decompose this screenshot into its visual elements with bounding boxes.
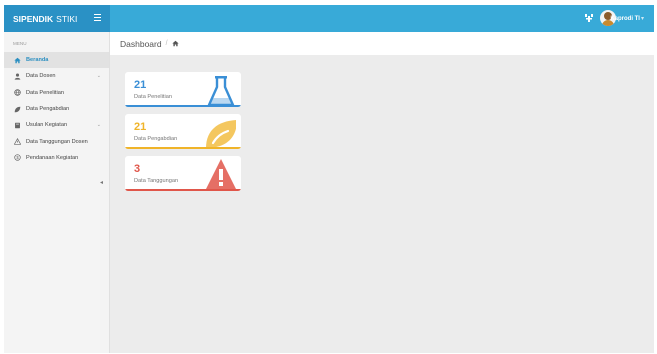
sidebar-item-label: Beranda [26,57,49,64]
user-name: Kaprodi TI [610,16,640,22]
user-icon [13,72,21,80]
sidebar-item-data-dosen[interactable]: Data Dosen ⌄ [4,68,109,84]
sidebar-item-label: Data Penelitian [26,89,64,96]
stat-value: 3 [134,163,141,175]
main-content: Dashboard / 21 Data Penelitian 21 Data P… [110,32,654,353]
stat-card-pengabdian[interactable]: 21 Data Pengabdian [125,114,241,149]
sidebar-item-label: Data Pengabdian [26,106,70,113]
breadcrumb-separator: / [165,40,168,47]
money-icon: $ [13,154,21,162]
stat-label: Data Penelitian [134,94,172,100]
chevron-down-icon: ⌄ [96,73,101,80]
sidebar-item-data-tanggungan-dosen[interactable]: Data Tanggungan Dosen [4,133,109,149]
stat-label: Data Tanggungan [134,178,179,184]
flask-icon [207,76,235,107]
sidebar-item-beranda[interactable]: Beranda [4,52,109,69]
top-navbar: Kaprodi TI▾ [110,5,654,32]
sidebar-item-label: Data Dosen [26,73,56,80]
chevron-down-icon: ⌄ [96,122,101,129]
stat-card-tanggungan[interactable]: 3 Data Tanggungan [125,156,241,191]
sidebar-item-data-pengabdian[interactable]: Data Pengabdian [4,101,109,117]
brand-name-bold: SIPENDIK [13,13,54,24]
home-icon [13,56,21,64]
warning-icon [206,159,236,189]
leaf-icon [206,120,236,148]
sidebar-item-label: Pendanaan Kegiatan [26,154,79,161]
collapse-sidebar-icon[interactable]: ◂ [100,179,103,186]
home-icon[interactable] [171,40,179,47]
sidebar-item-data-penelitian[interactable]: Data Penelitian [4,85,109,101]
user-menu[interactable]: Kaprodi TI▾ [610,15,644,22]
sidebar: MENU Beranda Data Dosen ⌄ Data Penelitia… [4,32,110,353]
app-window: SIPENDIK STIKI Kaprodi TI▾ MENU Beranda … [4,5,654,353]
brand-name-light: STIKI [56,13,78,24]
chevron-down-icon: ▾ [640,16,644,22]
sidebar-item-label: Data Tanggungan Dosen [26,138,88,145]
globe-icon [13,89,21,97]
page-title: Dashboard [120,38,162,49]
stat-card-accent-bar [125,147,241,149]
stat-card-accent-bar [125,189,241,191]
stat-card-penelitian[interactable]: 21 Data Penelitian [125,72,241,107]
stat-value: 21 [134,79,147,91]
svg-text:$: $ [16,155,19,160]
notifications-icon[interactable] [584,13,594,23]
sidebar-header: MENU [13,41,27,46]
menu-toggle-icon[interactable] [94,14,101,22]
sidebar-item-pendanaan-kegiatan[interactable]: $ Pendanaan Kegiatan [4,150,109,166]
sidebar-item-usulan-kegiatan[interactable]: Usulan Kegiatan ⌄ [4,117,109,133]
brand-logo[interactable]: SIPENDIK STIKI [4,5,110,32]
sidebar-item-label: Usulan Kegiatan [26,122,68,129]
warning-icon [13,138,21,146]
leaf-icon [13,105,21,113]
breadcrumb: Dashboard / [110,32,654,55]
stat-label: Data Pengabdian [134,136,178,142]
stat-card-accent-bar [125,105,241,107]
stat-value: 21 [134,121,147,133]
book-icon [13,121,21,129]
